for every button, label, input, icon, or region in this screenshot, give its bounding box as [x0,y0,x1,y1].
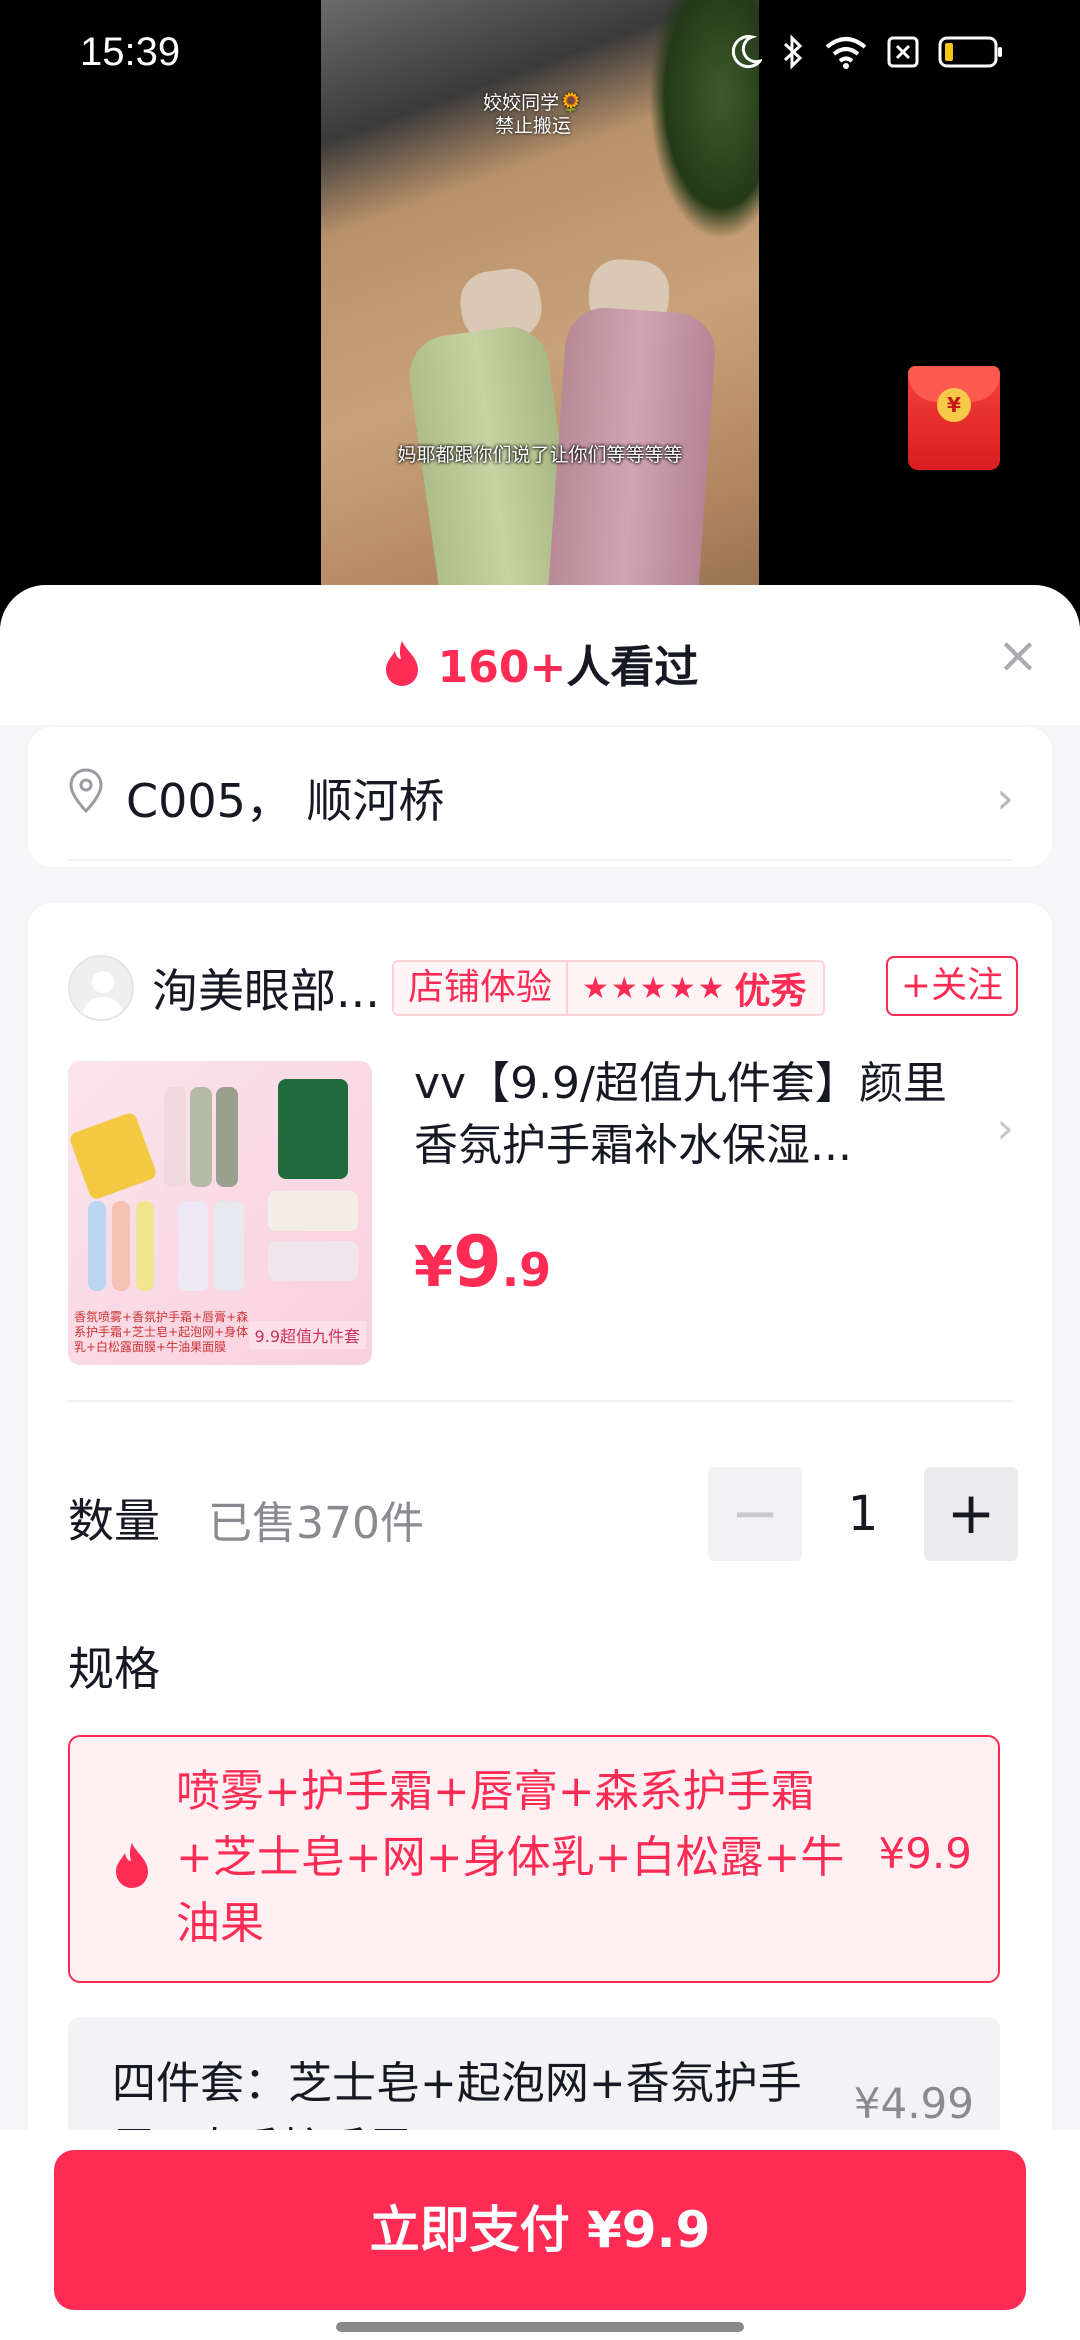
flame-icon [116,1843,148,1888]
increment-button[interactable]: + [924,1467,1018,1561]
shop-experience-badge: 店铺体验 ★★★★★ 优秀 [392,960,825,1016]
bottom-bar: 立即支付 ¥9.9 [0,2130,1080,2340]
shop-rating-stars: ★★★★★ [582,970,727,1006]
product-row[interactable]: 香氛喷雾+香氛护手霜+唇膏+森系护手霜+芝士皂+起泡网+身体乳+白松露面膜+牛油… [68,1053,1018,1365]
yen-coin-icon: ¥ [937,388,971,422]
price-integer: 9 [452,1221,502,1303]
thumb-tag: 9.9超值九件套 [248,1321,366,1349]
product-title: vv【9.9/超值九件套】颜里香氛护手霜补水保湿... [414,1058,947,1171]
address-row[interactable]: C005， 顺河桥 › [28,727,1052,867]
product-price: ¥9.9 [414,1221,551,1303]
divider [68,1400,1012,1402]
decrement-button[interactable]: − [708,1467,802,1561]
thumb-bottle [190,1087,212,1187]
flame-icon [385,641,418,686]
thumb-caption: 香氛喷雾+香氛护手霜+唇膏+森系护手霜+芝士皂+起泡网+身体乳+白松露面膜+牛油… [74,1310,249,1354]
red-packet-button[interactable]: ¥ [908,366,1000,470]
views-suffix: 人看过 [566,642,699,693]
shop-avatar[interactable] [68,955,134,1021]
thumb-tubes [268,1191,358,1231]
battery-icon [938,36,1002,68]
spec-label: 规格 [68,1642,160,1696]
thumb-bottle [216,1087,238,1187]
chevron-right-icon: › [996,773,1014,824]
quantity-label: 数量 [68,1494,160,1548]
product-thumbnail: 香氛喷雾+香氛护手霜+唇膏+森系护手霜+芝士皂+起泡网+身体乳+白松露面膜+牛油… [68,1061,372,1365]
thumb-lipsticks [268,1241,358,1281]
avatar-head [92,971,114,993]
thumb-tube [178,1201,208,1291]
price-decimal: .9 [501,1243,552,1297]
views-count: 160+ [437,642,567,693]
video-subtitle: 妈耶都跟你们说了让你们等等等等 [397,444,683,466]
thumb-bottle [88,1201,106,1291]
home-indicator[interactable] [336,2322,744,2332]
status-time: 15:39 [80,30,181,74]
shop-row: 洵美眼部... 店铺体验 ★★★★★ 优秀 +关注 [68,953,1018,1023]
wifi-icon [825,37,867,69]
pay-now-button[interactable]: 立即支付 ¥9.9 [54,2150,1026,2310]
watermark-line-2: 禁止搬运 [494,115,571,137]
quantity-row: 数量 已售370件 − 1 + [68,1463,1018,1563]
thumb-mask [278,1079,348,1179]
spec-option-price: ¥4.99 [853,2079,974,2128]
purchase-sheet: 160+人看过 × C005， 顺河桥 › 洵美眼部... 店铺体验 ★★★★★… [0,585,1080,2340]
spec-option-selected[interactable]: 喷雾+护手霜+唇膏+森系护手霜+芝士皂+网+身体乳+白松露+牛油果 ¥9.9 [68,1735,1000,1983]
sold-count: 已售370件 [208,1498,424,1549]
price-currency: ¥ [414,1235,453,1300]
views-indicator: 160+人看过 [0,631,1080,695]
address-text: C005， 顺河桥 [126,774,445,828]
sheet-header: 160+人看过 × [0,585,1080,725]
no-sim-icon [887,36,919,68]
quantity-value: 1 [847,1486,879,1542]
thumb-cheese-soap [68,1111,158,1201]
chevron-right-icon: › [996,1103,1014,1154]
thumb-tube [214,1201,244,1291]
spec-option-text: 喷雾+护手霜+唇膏+森系护手霜+芝士皂+网+身体乳+白松露+牛油果 [176,1766,845,1949]
quantity-stepper: − 1 + [708,1467,1018,1561]
bluetooth-icon [783,34,803,70]
moon-icon [732,35,762,69]
follow-button[interactable]: +关注 [886,956,1018,1016]
divider [68,859,1012,861]
shop-badge-label: 店铺体验 [394,962,569,1014]
status-icons [732,34,1004,70]
status-bar: 15:39 [0,0,1080,100]
spec-option-price: ¥9.9 [878,1829,972,1878]
thumb-bottle [136,1201,154,1291]
avatar-body [82,997,124,1019]
product-card: 洵美眼部... 店铺体验 ★★★★★ 优秀 +关注 香氛喷雾+香氛护手霜+唇膏+… [28,903,1052,2340]
shop-grade: 优秀 [734,971,807,1012]
close-button[interactable]: × [992,629,1044,681]
thumb-bottle [112,1201,130,1291]
shop-name[interactable]: 洵美眼部... [152,955,384,1021]
location-pin-icon [69,768,103,814]
thumb-bottle [164,1087,186,1187]
